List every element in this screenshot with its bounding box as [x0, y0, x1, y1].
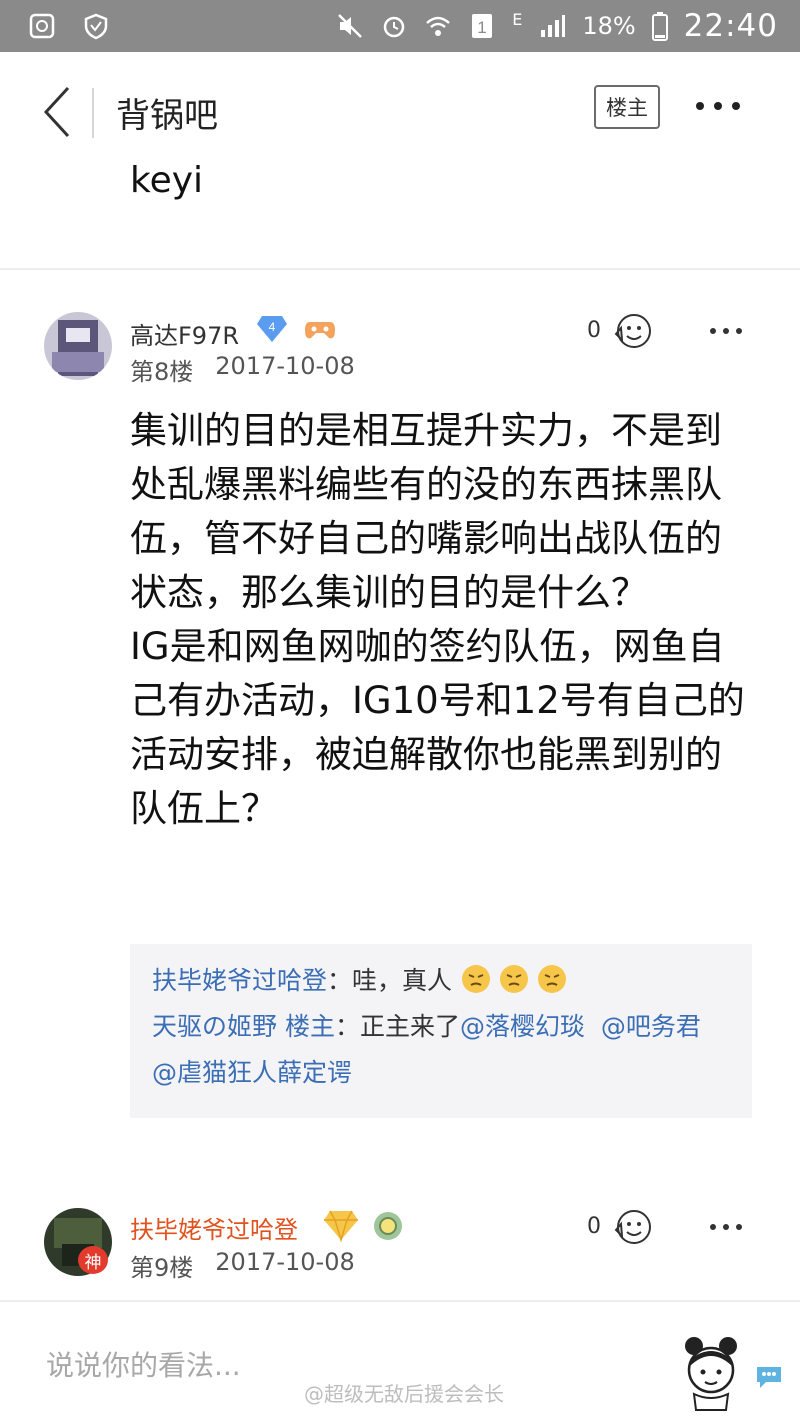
alarm-icon [383, 16, 405, 38]
reply-text: 正主来了 [359, 1012, 460, 1041]
mention-link[interactable]: @落樱幻琰 [460, 1012, 585, 1041]
previous-post-text: keyi [130, 160, 204, 201]
avatar[interactable] [44, 312, 112, 380]
op-only-button[interactable]: 楼主 [594, 85, 660, 129]
post-username[interactable]: 扶毕姥爷过哈登 [130, 1210, 298, 1245]
wifi-icon [426, 16, 451, 36]
clock: 22:40 [683, 8, 778, 44]
avatar-badge: 神 [78, 1246, 108, 1274]
emblem-badge-icon [374, 1212, 402, 1240]
emoji-mascot-icon[interactable] [680, 1332, 742, 1412]
annoyed-face-emoji [500, 965, 528, 993]
reply-author[interactable]: 天驱の姬野 楼主 [152, 1012, 335, 1041]
post-meta: 第9楼 2017-10-08 [130, 1248, 355, 1283]
post-date: 2017-10-08 [215, 1248, 355, 1276]
post-content: 集训的目的是相互提升实力，不是到处乱爆黑料编些有的没的东西抹黑队伍，管不好自己的… [130, 404, 750, 836]
gem-badge-icon [324, 1210, 358, 1242]
post-paragraph: IG是和网鱼网咖的签约队伍，网鱼自己有办活动，IG10号和12号有自己的活动安排… [130, 625, 745, 830]
post-paragraph: 集训的目的是相互提升实力，不是到处乱爆黑料编些有的没的东西抹黑队伍，管不好自己的… [130, 409, 722, 614]
network-type-label: E [512, 9, 523, 29]
like-face-icon[interactable] [612, 310, 654, 352]
battery-percent: 18% [582, 12, 636, 40]
reply-author[interactable]: 扶毕姥爷过哈登 [152, 966, 327, 995]
post-username[interactable]: 高达F97R [130, 316, 239, 351]
sub-replies: 扶毕姥爷过哈登：哇，真人 天驱の姬野 楼主：正主来了@落樱幻琰 @吧务君 @虐猫… [130, 944, 752, 1118]
mute-icon [338, 14, 363, 38]
annoyed-face-emoji [462, 965, 490, 993]
divider [0, 268, 800, 270]
mention-link[interactable]: @吧务君 [601, 1012, 701, 1041]
header-divider [92, 88, 94, 138]
battery-icon [651, 12, 668, 41]
forum-title: 背锅吧 [116, 96, 218, 136]
floor-number: 第8楼 [130, 358, 194, 386]
top-nav-bar: 背锅吧 楼主 [0, 52, 800, 170]
more-dots-icon[interactable] [696, 94, 748, 118]
annoyed-face-emoji [538, 965, 566, 993]
like-count: 0 [587, 1214, 601, 1239]
comment-input[interactable]: 说说你的看法... [46, 1344, 241, 1384]
signal-icon [541, 15, 566, 37]
status-bar: 1 E 18% 22:40 [0, 0, 800, 52]
svg-text:4: 4 [269, 320, 276, 334]
divider [0, 1300, 800, 1302]
battery-saver-icon [29, 13, 55, 39]
watermark: @超级无敌后援会会长 [304, 1382, 504, 1406]
post-meta: 第8楼 2017-10-08 [130, 352, 355, 387]
sub-reply: 扶毕姥爷过哈登：哇，真人 [152, 958, 730, 1004]
floor-number: 第9楼 [130, 1254, 194, 1282]
reply-text: 哇，真人 [352, 966, 453, 995]
chat-bubble-icon[interactable] [754, 1362, 784, 1392]
post-date: 2017-10-08 [215, 352, 355, 380]
sub-reply: 天驱の姬野 楼主：正主来了@落樱幻琰 @吧务君 @虐猫狂人薛定谔 [152, 1012, 701, 1087]
like-count: 0 [587, 318, 601, 343]
like-face-icon[interactable] [612, 1206, 654, 1248]
mention-link[interactable]: @虐猫狂人薛定谔 [152, 1058, 352, 1087]
game-controller-icon [305, 322, 335, 339]
back-arrow-icon[interactable] [38, 84, 78, 140]
post-more-icon[interactable] [710, 1220, 750, 1234]
level-diamond-icon: 4 [257, 316, 287, 342]
shield-icon [84, 13, 108, 40]
svg-text:1: 1 [477, 18, 486, 37]
post-more-icon[interactable] [710, 324, 750, 338]
sim-slot-icon: 1 [472, 14, 493, 38]
